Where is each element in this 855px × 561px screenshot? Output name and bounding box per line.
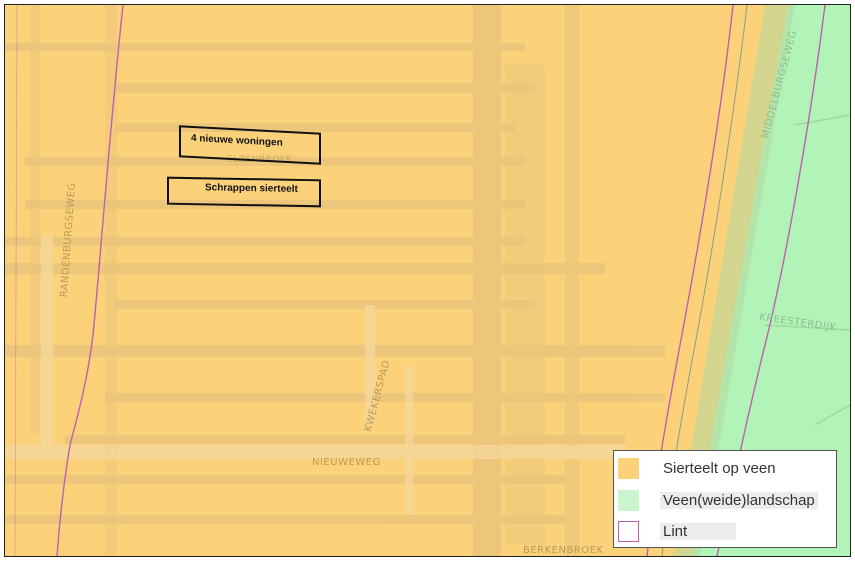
legend-item-lint: Lint — [614, 517, 836, 547]
sierteelt-swatch-icon — [618, 458, 639, 479]
map-frame[interactable]: RANDENBURGSEWEG KWEKERSPAD NIEUWEWEG BER… — [4, 4, 851, 557]
annotation-remove-horticulture-label: Schrappen sierteelt — [205, 182, 298, 195]
street-label-nieuweweg: NIEUWEWEG — [312, 457, 381, 468]
lint-swatch-icon — [618, 521, 639, 542]
legend-label: Lint — [660, 523, 736, 540]
legend-label: Sierteelt op veen — [663, 460, 776, 477]
legend-label: Veen(weide)landschap — [660, 492, 818, 509]
street-label-berkenbroek: BERKENBROEK — [523, 545, 604, 556]
legend-item-sierteelt: Sierteelt op veen — [614, 454, 836, 484]
legend-item-veen: Veen(weide)landschap — [614, 486, 836, 516]
annotation-remove-horticulture[interactable]: Schrappen sierteelt — [167, 176, 321, 208]
annotation-new-homes-label: 4 nieuwe woningen — [191, 132, 283, 149]
map-legend: Sierteelt op veen Veen(weide)landschap L… — [613, 450, 837, 548]
veen-swatch-icon — [618, 490, 639, 511]
